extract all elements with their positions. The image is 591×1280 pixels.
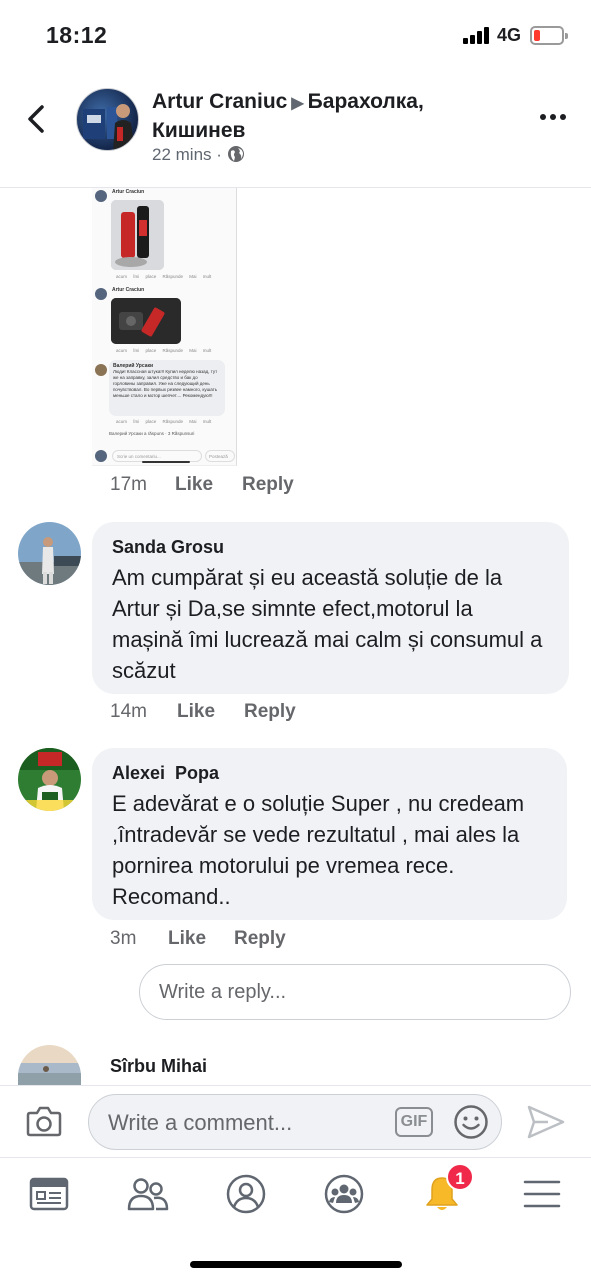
comment-bubble[interactable]: Alexei Popa E adevărat e o soluție Super…	[92, 748, 567, 920]
commenter-name[interactable]: Alexei Popa	[112, 762, 547, 784]
author-name[interactable]: Artur Craniuc	[152, 90, 287, 113]
post-time[interactable]: 22 mins	[152, 145, 212, 164]
comment-composer: Write a comment... GIF	[0, 1085, 591, 1157]
mini-name: Artur Craciun	[112, 189, 145, 195]
back-arrow-icon[interactable]	[24, 104, 50, 134]
commenter-avatar[interactable]	[18, 522, 81, 585]
commenter-avatar[interactable]	[18, 748, 81, 811]
menu-icon[interactable]	[520, 1172, 564, 1216]
more-options-icon[interactable]	[540, 114, 566, 124]
mini-actions: acum Îmi place Răspunde Mai mult	[116, 274, 212, 279]
comment-input-placeholder: Write a comment...	[108, 1110, 293, 1135]
comment-bubble[interactable]: Sanda Grosu Am cumpărat și eu această so…	[92, 522, 569, 694]
mini-avatar	[95, 288, 107, 300]
notification-badge: 1	[446, 1163, 474, 1191]
shared-to-arrow-icon: ▶	[291, 95, 304, 112]
product-photo-1	[111, 200, 164, 270]
send-icon[interactable]	[526, 1104, 566, 1140]
comment-text: Am cumpărat și eu această soluție de la …	[112, 565, 543, 683]
mini-scrollbar	[142, 461, 190, 463]
commenter-name[interactable]: Sanda Grosu	[112, 536, 549, 558]
comment-actions: 14m Like Reply	[110, 701, 410, 725]
signal-icon	[463, 26, 489, 44]
status-time: 18:12	[46, 22, 108, 48]
reply-input[interactable]: Write a reply...	[139, 964, 571, 1020]
news-feed-icon[interactable]	[27, 1172, 71, 1216]
like-button[interactable]: Like	[175, 474, 213, 496]
comment-actions: 3m Like Reply	[110, 928, 410, 952]
commenter-name[interactable]: Sîrbu Mihai	[110, 1056, 207, 1077]
groups-icon[interactable]	[322, 1172, 366, 1216]
globe-icon	[227, 146, 244, 162]
comment-time: 3m	[110, 928, 137, 949]
comment-actions: 17m Like Reply	[110, 474, 410, 498]
mini-comment-text: Люди! Классная штука!!! Купил неделю наз…	[113, 369, 218, 398]
friends-icon[interactable]	[126, 1172, 170, 1216]
emoji-icon[interactable]	[453, 1104, 489, 1140]
commenter-avatar[interactable]	[18, 1045, 81, 1085]
mini-avatar	[95, 450, 107, 462]
home-indicator[interactable]	[190, 1261, 402, 1268]
post-meta: 22 mins ·	[152, 145, 245, 165]
battery-icon	[530, 26, 568, 45]
post-header: Artur Craniuc ▶ Барахолка, Кишинев 22 mins…	[0, 70, 591, 188]
network-type: 4G	[497, 25, 522, 45]
camera-icon[interactable]	[26, 1104, 62, 1138]
post-title[interactable]: Artur Craniuc ▶ Барахолка, Кишинев	[152, 88, 512, 144]
comment-text: E adevărat e o soluție Super , nu credea…	[112, 791, 525, 909]
mini-comment-bubble: Валерий Урсаки Люди! Классная штука!!! К…	[109, 360, 225, 416]
like-button[interactable]: Like	[168, 928, 206, 950]
meta-separator: ·	[216, 145, 222, 164]
like-button[interactable]: Like	[177, 701, 215, 723]
mini-post-button: Postează	[205, 450, 235, 462]
gif-button[interactable]: GIF	[395, 1107, 433, 1137]
reply-button[interactable]: Reply	[244, 701, 296, 723]
author-avatar[interactable]	[76, 88, 139, 151]
mini-name: Artur Craciun	[112, 287, 145, 293]
mini-reply-line: Валерий Урсаки a răspuns · 3 Răspunsuri	[109, 431, 195, 436]
post-image[interactable]: Artur Craciun acum Îmi place Răspunde Ma…	[92, 188, 237, 466]
comment-time: 14m	[110, 701, 147, 722]
mini-avatar	[95, 364, 107, 376]
reply-button[interactable]: Reply	[242, 474, 294, 496]
mini-avatar	[95, 190, 107, 202]
comment-time: 17m	[110, 474, 147, 495]
product-photo-2	[111, 298, 181, 344]
comment-input[interactable]: Write a comment... GIF	[88, 1094, 502, 1150]
reply-button[interactable]: Reply	[234, 928, 286, 950]
status-bar: 18:12 4G	[0, 0, 591, 70]
mini-actions: acum Îmi place Răspunde Mai mult	[116, 348, 212, 353]
profile-icon[interactable]	[224, 1172, 268, 1216]
mini-actions: acum Îmi place Răspunde Mai mult	[116, 419, 212, 424]
